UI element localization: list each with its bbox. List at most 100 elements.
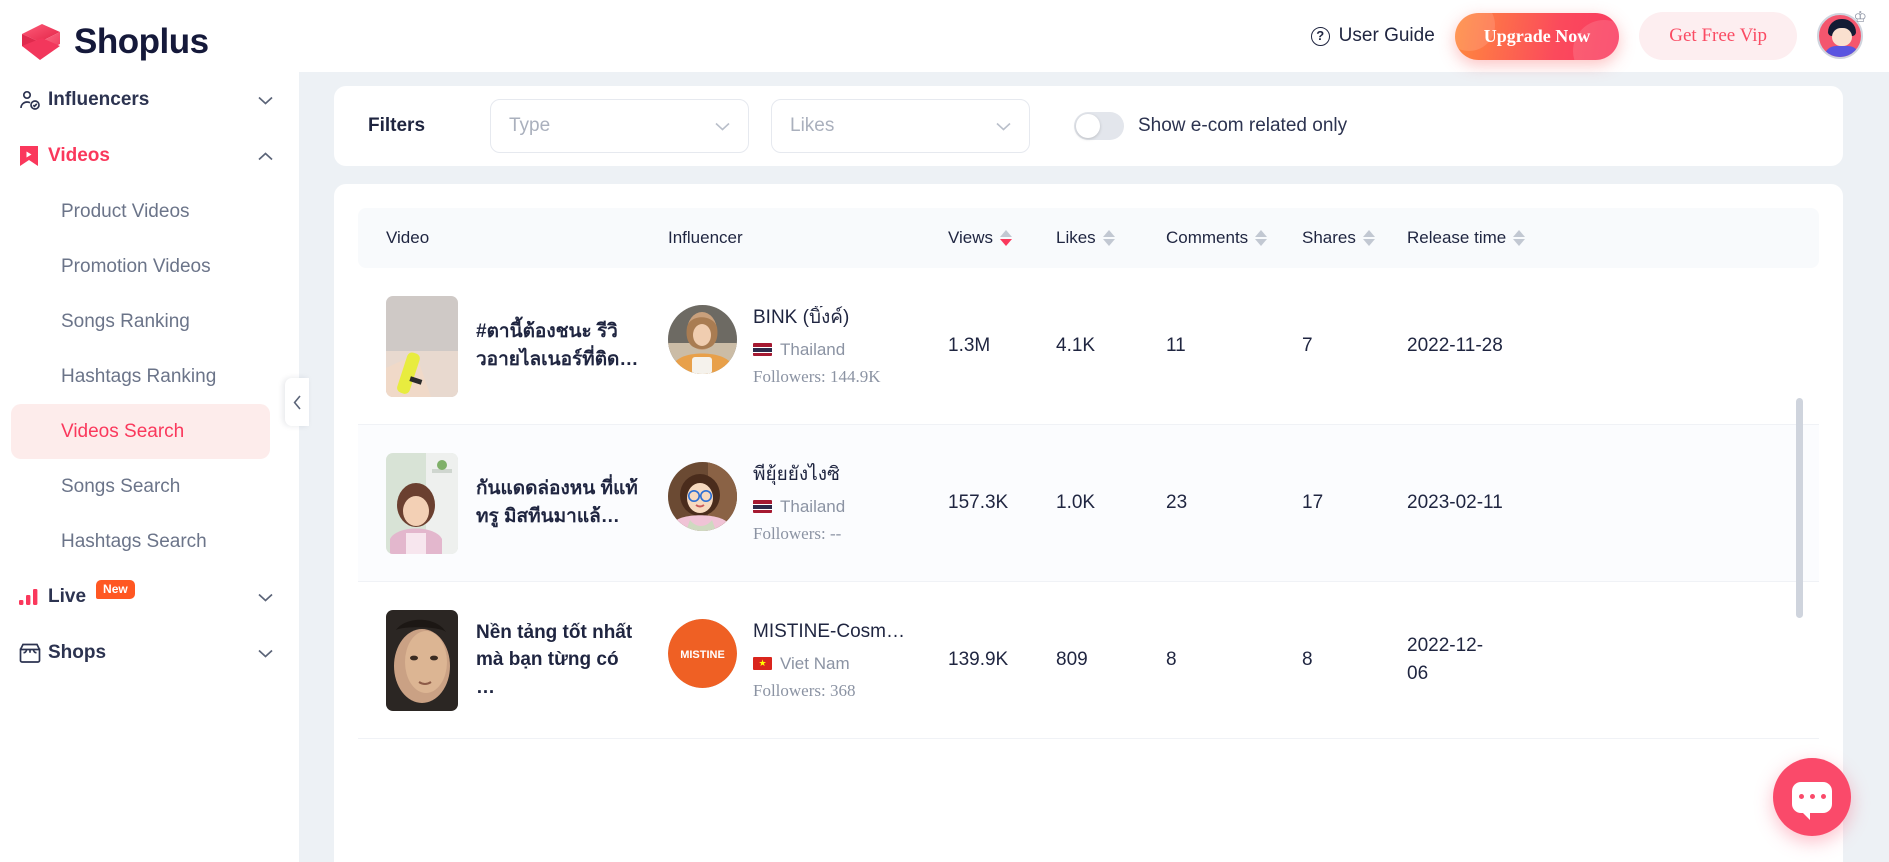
influencer-country-label: Thailand <box>780 496 846 516</box>
sidebar-subitem-label: Hashtags Search <box>61 531 207 552</box>
table-header-row: Video Influencer Views Likes Comments Sh… <box>358 208 1819 268</box>
column-header-release-time[interactable]: Release time <box>1407 228 1557 248</box>
sidebar: Shoplus Influencers Videos Product Video… <box>0 0 299 862</box>
table-scrollbar-thumb[interactable] <box>1796 398 1803 618</box>
cell-comments: 23 <box>1166 492 1188 513</box>
top-header: ? User Guide Upgrade Now Get Free Vip ♔ <box>299 0 1889 72</box>
column-header-views-label: Views <box>948 228 994 247</box>
sort-comments-icon[interactable] <box>1255 230 1268 246</box>
videos-table: Video Influencer Views Likes Comments Sh… <box>358 208 1819 862</box>
chevron-down-icon[interactable] <box>258 589 273 605</box>
sidebar-item-hashtags-ranking[interactable]: Hashtags Ranking <box>11 349 270 404</box>
sidebar-item-videos-search[interactable]: Videos Search <box>11 404 270 459</box>
sidebar-item-label: Videos <box>48 145 110 166</box>
chevron-up-icon[interactable] <box>258 148 273 164</box>
get-free-vip-button[interactable]: Get Free Vip <box>1639 12 1797 60</box>
toggle-knob <box>1076 114 1100 138</box>
crown-icon: ♔ <box>1853 9 1867 26</box>
sort-likes-icon[interactable] <box>1102 230 1115 246</box>
column-header-comments-label: Comments <box>1166 228 1249 247</box>
influencer-name[interactable]: พี่ยุ้ยยังไงซิ <box>753 463 845 488</box>
bar-chart-icon <box>18 588 48 606</box>
flag-vietnam-icon: ★ <box>753 657 772 671</box>
video-thumbnail[interactable] <box>386 609 458 711</box>
shoplus-logo-icon <box>18 21 64 63</box>
chevron-down-icon[interactable] <box>258 92 273 108</box>
flag-thailand-icon <box>753 500 772 514</box>
chevron-down-icon[interactable] <box>258 645 273 661</box>
chat-bubble-icon[interactable] <box>1773 758 1851 836</box>
cell-views: 139.9K <box>948 649 1009 670</box>
table-body: #ตานี้ต้องชนะ รีวิวอายไลเนอร์ที่ติด… BIN… <box>358 268 1819 862</box>
influencer-name[interactable]: BINK (บิ๊งค์) <box>753 306 881 331</box>
influencer-avatar[interactable] <box>668 305 737 375</box>
video-thumbnail[interactable] <box>386 452 458 554</box>
column-header-likes[interactable]: Likes <box>1056 228 1166 248</box>
sidebar-item-influencers[interactable]: Influencers <box>0 72 299 128</box>
sidebar-collapse-handle[interactable] <box>285 378 309 426</box>
user-guide-label: User Guide <box>1338 25 1435 46</box>
influencer-country: Thailand <box>753 497 845 517</box>
upgrade-now-button[interactable]: Upgrade Now <box>1454 12 1620 60</box>
videos-table-card: Video Influencer Views Likes Comments Sh… <box>334 184 1843 862</box>
influencer-avatar[interactable] <box>668 462 737 532</box>
cell-comments: 8 <box>1166 649 1177 670</box>
sidebar-subitem-label: Promotion Videos <box>61 256 211 277</box>
sidebar-item-videos[interactable]: Videos <box>0 128 299 184</box>
sidebar-item-shops[interactable]: Shops <box>0 625 299 681</box>
column-header-views[interactable]: Views <box>948 228 1056 248</box>
user-check-icon <box>18 88 48 112</box>
column-header-video[interactable]: Video <box>386 228 668 248</box>
avatar[interactable]: ♔ <box>1817 9 1867 59</box>
cell-comments: 11 <box>1166 335 1186 356</box>
brand-name: Shoplus <box>74 22 209 61</box>
store-icon <box>18 642 48 664</box>
influencer-followers: Followers: -- <box>753 523 842 543</box>
filter-likes-select[interactable]: Likes <box>771 99 1030 153</box>
table-row[interactable]: #ตานี้ต้องชนะ รีวิวอายไลเนอร์ที่ติด… BIN… <box>358 268 1819 425</box>
filter-type-select[interactable]: Type <box>490 99 749 153</box>
influencer-country: ★ Viet Nam <box>753 654 905 674</box>
cell-likes: 1.0K <box>1056 492 1096 513</box>
brand[interactable]: Shoplus <box>0 0 299 66</box>
column-header-shares[interactable]: Shares <box>1302 228 1407 248</box>
video-thumbnail[interactable] <box>386 295 458 397</box>
column-header-comments[interactable]: Comments <box>1166 228 1302 248</box>
table-row[interactable]: กันแดดล่องหน ที่แท้ทรู มิสทีนมาแล้… พี่ย… <box>358 425 1819 582</box>
sort-views-icon[interactable] <box>1000 230 1013 246</box>
influencer-name[interactable]: MISTINE-Cosm… <box>753 620 905 645</box>
sidebar-item-songs-search[interactable]: Songs Search <box>11 459 270 514</box>
sidebar-item-product-videos[interactable]: Product Videos <box>11 184 270 239</box>
column-header-influencer[interactable]: Influencer <box>668 228 948 248</box>
cell-likes: 809 <box>1056 649 1088 670</box>
filters-panel: Filters Type Likes Show e-com related on… <box>334 86 1843 166</box>
column-header-likes-label: Likes <box>1056 228 1096 247</box>
influencer-country-label: Thailand <box>780 339 846 359</box>
video-bookmark-icon <box>18 144 48 168</box>
cell-release-time: 2022-12-06 <box>1407 634 1484 685</box>
user-guide-link[interactable]: ? User Guide <box>1310 25 1435 47</box>
influencer-followers: Followers: 144.9K <box>753 366 881 386</box>
sidebar-subitem-label: Songs Ranking <box>61 311 190 332</box>
influencer-followers: Followers: 368 <box>753 680 856 700</box>
ecom-toggle[interactable] <box>1074 112 1124 140</box>
sidebar-item-promotion-videos[interactable]: Promotion Videos <box>11 239 270 294</box>
sidebar-item-label: Live New <box>48 580 258 608</box>
flag-thailand-icon <box>753 343 772 357</box>
question-circle-icon: ? <box>1310 26 1330 46</box>
app-root: Shoplus Influencers Videos Product Video… <box>0 0 1889 862</box>
right-edge-strip <box>1843 72 1889 862</box>
sidebar-item-live[interactable]: Live New <box>0 569 299 625</box>
sidebar-item-songs-ranking[interactable]: Songs Ranking <box>11 294 270 349</box>
sort-shares-icon[interactable] <box>1362 230 1375 246</box>
svg-text:MISTINE: MISTINE <box>680 649 725 661</box>
ecom-toggle-group[interactable]: Show e-com related only <box>1074 112 1347 140</box>
sort-release-time-icon[interactable] <box>1513 230 1526 246</box>
influencer-avatar[interactable]: MISTINE <box>668 619 737 689</box>
sidebar-item-hashtags-search[interactable]: Hashtags Search <box>11 514 270 569</box>
sidebar-nav: Influencers Videos Product Videos Promot… <box>0 72 299 681</box>
video-title: Nền tảng tốt nhất mà bạn từng có … <box>476 621 633 698</box>
sidebar-item-label: Shops <box>48 642 107 663</box>
video-title: #ตานี้ต้องชนะ รีวิวอายไลเนอร์ที่ติด… <box>476 321 639 370</box>
table-row[interactable]: Nền tảng tốt nhất mà bạn từng có … MISTI… <box>358 582 1819 739</box>
